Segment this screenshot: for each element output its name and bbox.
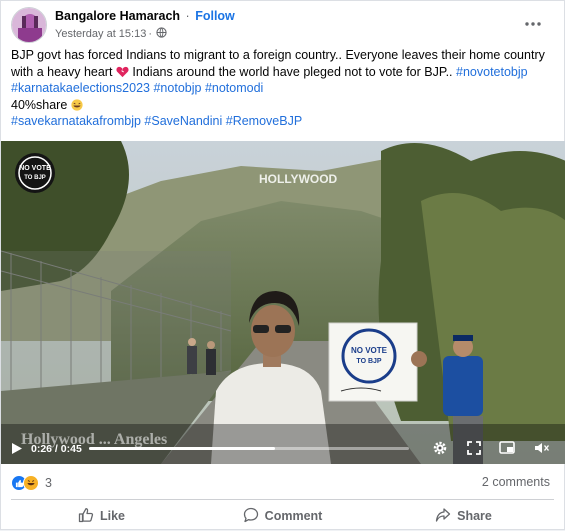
post-body: BJP govt has forced Indians to migrant t…: [11, 47, 556, 80]
duration: 0:45: [60, 443, 82, 455]
separator-dot: ·: [185, 9, 190, 23]
like-button[interactable]: Like: [11, 501, 192, 531]
hashtag-row-1: #karnatakaelections2023 #notobjp #notomo…: [11, 80, 556, 97]
comment-bubble-icon: [243, 507, 259, 526]
more-options-icon[interactable]: [522, 13, 544, 35]
post-meta: Yesterday at 15:13 ·: [55, 27, 167, 41]
fullscreen-icon[interactable]: [465, 439, 483, 457]
follow-button[interactable]: Follow: [195, 9, 235, 23]
timestamp-separator: ·: [148, 28, 153, 40]
watermark-text-2: TO BJP: [24, 175, 46, 181]
comment-button[interactable]: Comment: [192, 501, 373, 531]
hollywood-sign: HOLLYWOOD: [259, 172, 338, 186]
comment-label: Comment: [264, 509, 323, 523]
time-separator: /: [52, 443, 61, 455]
play-icon[interactable]: [9, 440, 25, 456]
haha-icon: [23, 475, 39, 491]
post-text-part2: Indians around the world have pleged not…: [128, 64, 457, 79]
sign-text-2: TO BJP: [356, 358, 381, 365]
share-line: 40%share: [11, 97, 556, 114]
hashtag-link[interactable]: #novotetobjp: [456, 65, 528, 79]
volume-muted-icon[interactable]: [533, 439, 551, 457]
post-text: BJP govt has forced Indians to migrant t…: [11, 47, 556, 130]
video-frame: HOLLYWOOD NO VOTE TO BJP NO VOTE TO BJP …: [1, 141, 565, 464]
share-text: 40%share: [11, 97, 68, 112]
mini-player-icon[interactable]: [498, 439, 516, 457]
hashtag-link[interactable]: #SaveNandini: [144, 114, 222, 128]
reaction-count: 3: [45, 476, 52, 490]
hashtag-link[interactable]: #savekarnatakafrombjp: [11, 114, 141, 128]
video-progress-fill: [89, 447, 275, 450]
share-label: Share: [457, 509, 492, 523]
laughing-emoji-icon: [71, 98, 83, 112]
hashtag-link[interactable]: #RemoveBJP: [226, 114, 302, 128]
hashtag-row-2: #savekarnatakafrombjp #SaveNandini #Remo…: [11, 113, 556, 130]
thumbs-up-icon: [78, 507, 94, 526]
post-actions: Like Comment Share: [11, 501, 554, 531]
comments-count[interactable]: 2 comments: [482, 475, 550, 489]
video-time: 0:26 / 0:45: [31, 443, 82, 455]
post-timestamp[interactable]: Yesterday at 15:13: [55, 28, 146, 40]
watermark-text: NO VOTE: [19, 165, 51, 172]
settings-gear-icon[interactable]: [431, 439, 449, 457]
hashtag-link[interactable]: #notomodi: [205, 81, 263, 95]
sign-text: NO VOTE: [351, 346, 388, 355]
current-time: 0:26: [31, 443, 53, 455]
share-arrow-icon: [435, 507, 451, 526]
hashtag-link[interactable]: #notobjp: [153, 81, 201, 95]
author-name[interactable]: Bangalore Hamarach: [55, 9, 180, 23]
broken-heart-icon: [116, 65, 129, 79]
divider: [11, 499, 554, 500]
video-progress-bar[interactable]: [89, 447, 409, 450]
like-label: Like: [99, 509, 125, 523]
post-card: Bangalore Hamarach · Follow Yesterday at…: [0, 0, 565, 530]
avatar[interactable]: [11, 7, 47, 43]
globe-icon: [156, 27, 167, 41]
author-line: Bangalore Hamarach · Follow: [55, 9, 235, 23]
reactions-summary[interactable]: 3: [11, 473, 52, 493]
post-header: Bangalore Hamarach · Follow Yesterday at…: [11, 7, 554, 47]
hashtag-link[interactable]: #karnatakaelections2023: [11, 81, 150, 95]
share-button[interactable]: Share: [373, 501, 554, 531]
video-player[interactable]: HOLLYWOOD NO VOTE TO BJP NO VOTE TO BJP …: [1, 141, 565, 464]
